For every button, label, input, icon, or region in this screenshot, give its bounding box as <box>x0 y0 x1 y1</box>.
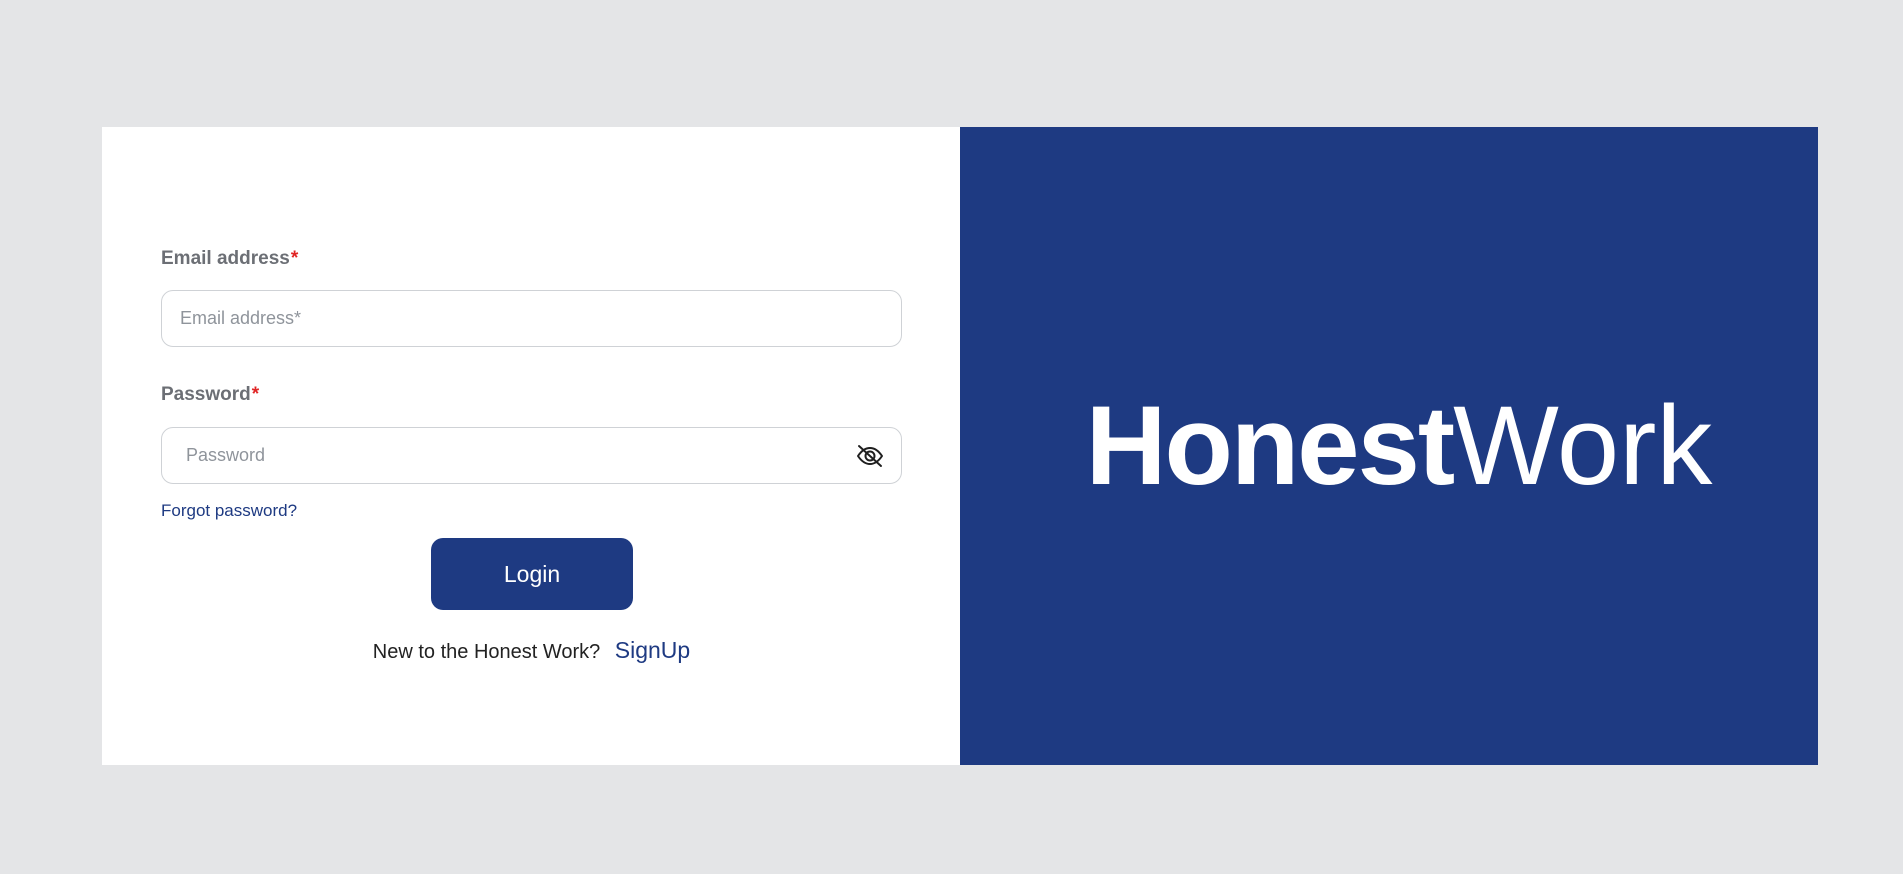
password-required-mark: * <box>251 384 260 405</box>
login-card: Email address* Password* Forgot passwo <box>102 127 1818 765</box>
password-label: Password* <box>161 384 259 406</box>
email-required-mark: * <box>290 248 299 269</box>
brand-logo: HonestWork <box>1086 390 1713 502</box>
signup-row: New to the Honest Work? SignUp <box>161 637 902 664</box>
forgot-password-link[interactable]: Forgot password? <box>161 501 297 521</box>
password-field-wrapper <box>161 427 902 484</box>
email-field[interactable] <box>162 291 901 346</box>
email-field-wrapper <box>161 290 902 347</box>
login-panel: Email address* Password* Forgot passwo <box>102 127 960 765</box>
email-label-text: Email address <box>161 248 290 269</box>
signup-prompt: New to the Honest Work? <box>372 641 601 663</box>
brand-name-light: Work <box>1453 383 1713 508</box>
signup-link[interactable]: SignUp <box>615 637 690 663</box>
email-label: Email address* <box>161 248 298 270</box>
brand-panel: HonestWork <box>960 127 1818 765</box>
password-field[interactable] <box>162 428 901 483</box>
eye-slash-icon[interactable] <box>855 443 885 469</box>
login-button[interactable]: Login <box>431 538 633 610</box>
brand-name-bold: Honest <box>1085 383 1456 508</box>
password-label-text: Password <box>161 384 251 405</box>
